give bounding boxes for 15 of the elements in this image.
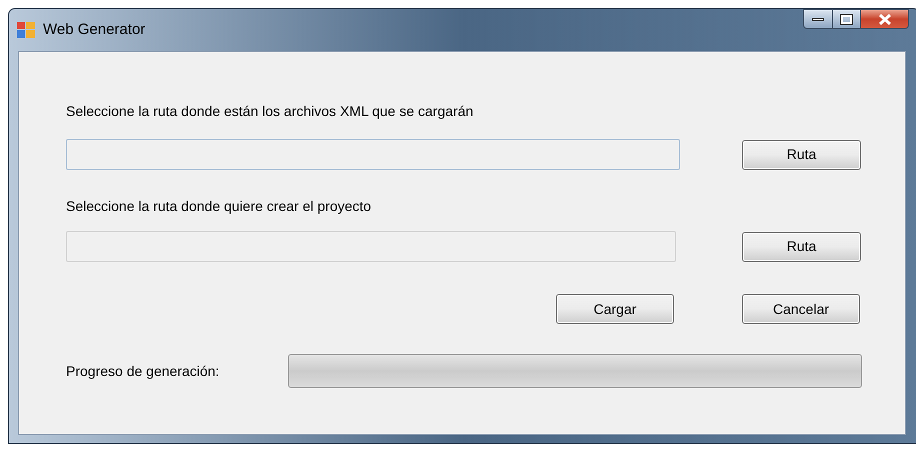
input-field[interactable] [66, 139, 680, 170]
app-icon [17, 22, 35, 38]
input-field[interactable] [66, 231, 676, 262]
window-title: Web Generator [43, 20, 146, 40]
close-icon [878, 14, 890, 24]
push-button[interactable]: Ruta [742, 232, 861, 262]
push-button[interactable]: Cargar [556, 294, 674, 324]
minimize-button[interactable] [803, 9, 833, 29]
field-label: Seleccione la ruta donde están los archivos XML que se cargarán [66, 102, 474, 121]
push-button[interactable]: Ruta [742, 140, 861, 170]
close-button[interactable] [861, 9, 909, 29]
field-label: Seleccione la ruta donde quiere crear el proyecto [66, 197, 372, 216]
maximize-button[interactable] [833, 9, 861, 29]
push-button[interactable]: Cancelar [742, 294, 860, 324]
progress-label: Progreso de generación: [66, 362, 220, 381]
